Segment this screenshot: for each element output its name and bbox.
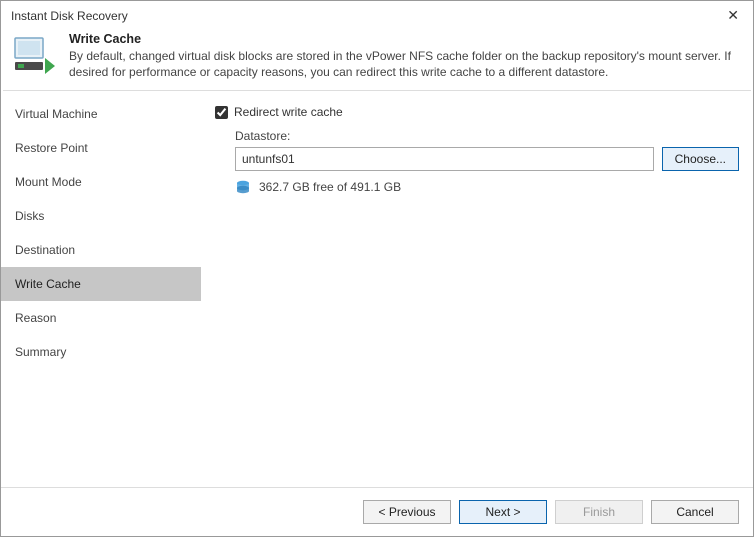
sidebar-item-reason[interactable]: Reason	[1, 301, 201, 335]
choose-button[interactable]: Choose...	[662, 147, 739, 171]
previous-button[interactable]: < Previous	[363, 500, 451, 524]
redirect-write-cache-checkbox[interactable]	[215, 106, 228, 119]
finish-button: Finish	[555, 500, 643, 524]
cancel-button[interactable]: Cancel	[651, 500, 739, 524]
page-title: Write Cache	[69, 32, 741, 46]
sidebar-item-summary[interactable]: Summary	[1, 335, 201, 369]
window-title: Instant Disk Recovery	[11, 9, 128, 23]
datastore-disk-icon	[235, 179, 251, 195]
disk-recovery-icon	[13, 36, 57, 76]
content-panel: Redirect write cache Datastore: Choose..…	[201, 91, 753, 487]
redirect-write-cache-label: Redirect write cache	[234, 105, 343, 119]
sidebar: Virtual Machine Restore Point Mount Mode…	[1, 91, 201, 487]
free-space-text: 362.7 GB free of 491.1 GB	[259, 180, 401, 194]
datastore-input[interactable]	[235, 147, 654, 171]
sidebar-item-virtual-machine[interactable]: Virtual Machine	[1, 97, 201, 131]
footer: < Previous Next > Finish Cancel	[1, 487, 753, 536]
close-icon[interactable]: ✕	[723, 7, 743, 24]
sidebar-item-restore-point[interactable]: Restore Point	[1, 131, 201, 165]
datastore-label: Datastore:	[235, 129, 739, 143]
sidebar-item-mount-mode[interactable]: Mount Mode	[1, 165, 201, 199]
header: Write Cache By default, changed virtual …	[1, 28, 753, 90]
sidebar-item-destination[interactable]: Destination	[1, 233, 201, 267]
next-button[interactable]: Next >	[459, 500, 547, 524]
page-description: By default, changed virtual disk blocks …	[69, 48, 741, 80]
sidebar-item-write-cache[interactable]: Write Cache	[1, 267, 201, 301]
sidebar-item-disks[interactable]: Disks	[1, 199, 201, 233]
